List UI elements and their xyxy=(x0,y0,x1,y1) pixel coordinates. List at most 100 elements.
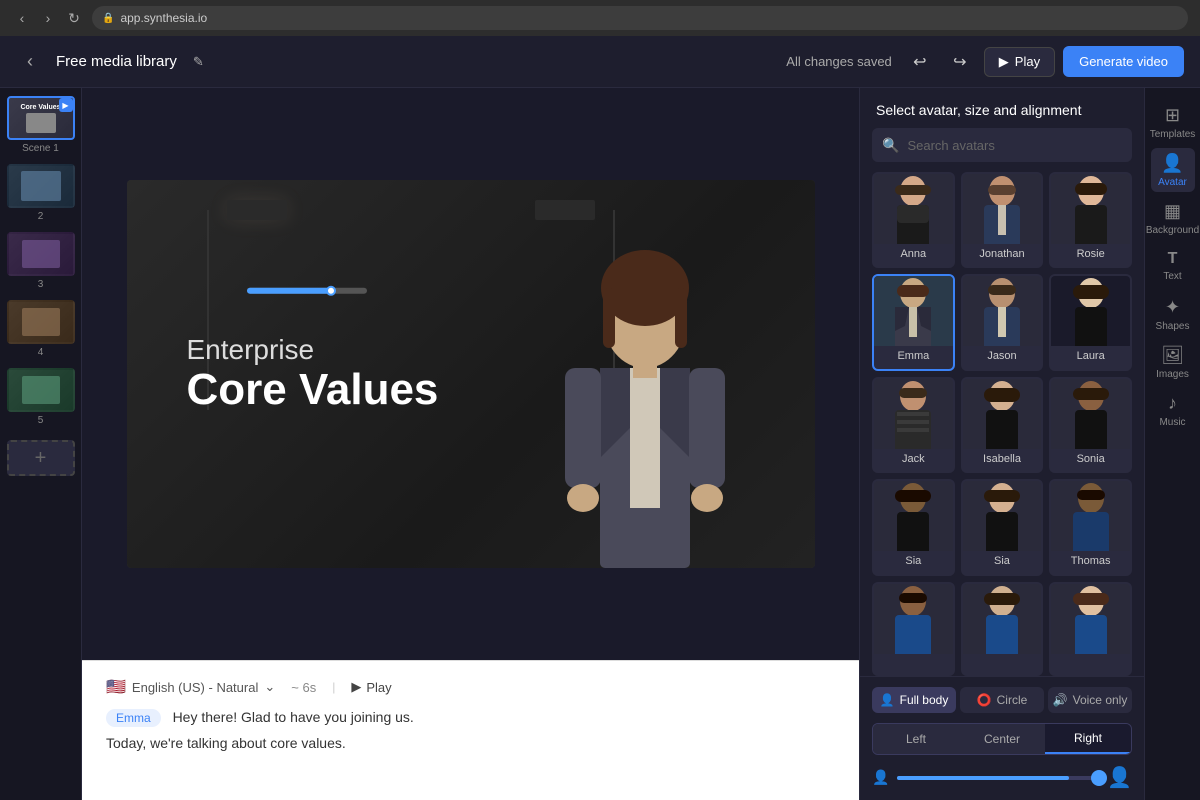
toolbar-buttons: ↩ ↪ ▶ Play Generate video xyxy=(904,46,1184,78)
edit-title-icon[interactable]: ✎ xyxy=(193,54,204,70)
size-tabs: 👤 Full body ⭕ Circle 🔊 Voice only xyxy=(872,687,1132,713)
text-icon: T xyxy=(1168,250,1178,268)
canvas-text-block: Enterprise Core Values xyxy=(187,334,439,414)
avatar-name-jonathan: Jonathan xyxy=(963,244,1042,264)
avatar-card-14[interactable] xyxy=(961,582,1044,676)
canvas-subtitle: Enterprise xyxy=(187,334,439,366)
canvas: Enterprise Core Values xyxy=(127,180,815,568)
script-text-1: Hey there! Glad to have you joining us. xyxy=(173,709,414,725)
avatar-card-sia-dark[interactable]: Sia xyxy=(872,479,955,575)
language-label: English (US) - Natural xyxy=(132,680,258,695)
avatar-card-emma[interactable]: Emma xyxy=(872,274,955,370)
address-bar[interactable]: 🔒 app.synthesia.io xyxy=(92,6,1188,30)
avatar-name-isabella: Isabella xyxy=(963,449,1042,469)
avatar-name-13 xyxy=(874,654,953,672)
fullbody-label: Full body xyxy=(900,693,949,707)
templates-label: Templates xyxy=(1150,129,1196,140)
size-tab-fullbody[interactable]: 👤 Full body xyxy=(872,687,956,713)
avatar-card-thomas[interactable]: Thomas xyxy=(1049,479,1132,575)
shapes-label: Shapes xyxy=(1156,321,1190,332)
voiceonly-label: Voice only xyxy=(1073,693,1128,707)
scene-item[interactable]: 4 xyxy=(7,300,75,364)
align-left-button[interactable]: Left xyxy=(873,724,959,754)
align-center-button[interactable]: Center xyxy=(959,724,1045,754)
scene-label-4: 4 xyxy=(7,347,75,358)
reload-btn[interactable]: ↻ xyxy=(64,8,84,28)
sidebar-shapes[interactable]: ✦ Shapes xyxy=(1151,292,1195,336)
scene-item[interactable]: 2 xyxy=(7,164,75,228)
play-button[interactable]: ▶ Play xyxy=(984,47,1055,77)
size-tab-voiceonly[interactable]: 🔊 Voice only xyxy=(1048,687,1132,713)
avatar-card-anna[interactable]: Anna xyxy=(872,172,955,268)
back-button[interactable]: ‹ xyxy=(16,48,44,76)
script-line-1: Emma Hey there! Glad to have you joining… xyxy=(106,709,835,727)
avatar-grid: Anna Jonathan Rosie xyxy=(860,172,1144,676)
avatar-card-laura[interactable]: Laura xyxy=(1049,274,1132,370)
avatar-panel-header: Select avatar, size and alignment xyxy=(860,88,1144,128)
browser-bar: ‹ › ↻ 🔒 app.synthesia.io xyxy=(0,0,1200,36)
templates-icon: ⊞ xyxy=(1165,105,1180,126)
scene-item[interactable]: 3 xyxy=(7,232,75,296)
app: ‹ Free media library ✎ All changes saved… xyxy=(0,36,1200,800)
align-right-button[interactable]: Right xyxy=(1045,724,1131,754)
avatar-card-jonathan[interactable]: Jonathan xyxy=(961,172,1044,268)
size-slider-row: 👤 👤 xyxy=(872,765,1132,790)
voiceonly-icon: 🔊 xyxy=(1053,693,1068,707)
sidebar-background[interactable]: ▦ Background xyxy=(1151,196,1195,240)
scene-thumbnail-2 xyxy=(7,164,75,208)
canvas-area: Enterprise Core Values xyxy=(82,88,859,800)
avatar-card-rosie[interactable]: Rosie xyxy=(1049,172,1132,268)
forward-nav-btn[interactable]: › xyxy=(38,8,58,28)
sidebar-templates[interactable]: ⊞ Templates xyxy=(1151,100,1195,144)
text-label: Text xyxy=(1163,271,1181,282)
shapes-icon: ✦ xyxy=(1165,297,1180,318)
circle-icon: ⭕ xyxy=(977,693,992,707)
avatar-card-15[interactable] xyxy=(1049,582,1132,676)
redo-button[interactable]: ↪ xyxy=(944,46,976,78)
play-label: Play xyxy=(1015,54,1040,69)
undo-button[interactable]: ↩ xyxy=(904,46,936,78)
size-slider-track xyxy=(897,776,1099,780)
avatar-card-sia-light[interactable]: Sia xyxy=(961,479,1044,575)
avatar-card-sonia[interactable]: Sonia xyxy=(1049,377,1132,473)
size-tab-circle[interactable]: ⭕ Circle xyxy=(960,687,1044,713)
scene-label-3: 3 xyxy=(7,279,75,290)
fullbody-icon: 👤 xyxy=(880,693,895,707)
avatar-nav-icon: 👤 xyxy=(1161,153,1183,174)
avatar-name-jason: Jason xyxy=(963,346,1042,366)
script-line-2: Today, we're talking about core values. xyxy=(106,735,835,751)
music-icon: ♪ xyxy=(1168,393,1177,414)
right-sidebar: ⊞ Templates 👤 Avatar ▦ Background T Text… xyxy=(1144,88,1200,800)
sidebar-images[interactable]: 🖼 Images xyxy=(1151,340,1195,384)
sidebar-avatar[interactable]: 👤 Avatar xyxy=(1151,148,1195,192)
script-text-2: Today, we're talking about core values. xyxy=(106,735,346,751)
url-text: app.synthesia.io xyxy=(120,11,207,25)
lang-dropdown-icon: ⌄ xyxy=(264,679,275,695)
sidebar-music[interactable]: ♪ Music xyxy=(1151,388,1195,432)
avatar-name-14 xyxy=(963,654,1042,672)
avatar-card-isabella[interactable]: Isabella xyxy=(961,377,1044,473)
back-nav-btn[interactable]: ‹ xyxy=(12,8,32,28)
avatar-card-13[interactable] xyxy=(872,582,955,676)
scene-item[interactable]: Core Values ▶ Scene 1 xyxy=(7,96,75,160)
script-play-label: Play xyxy=(366,680,391,695)
project-title: Free media library xyxy=(56,53,177,70)
sidebar-text[interactable]: T Text xyxy=(1151,244,1195,288)
avatar-name-thomas: Thomas xyxy=(1051,551,1130,571)
script-play-button[interactable]: ▶ Play xyxy=(351,679,391,695)
search-input[interactable] xyxy=(907,138,1122,153)
avatar-card-jason[interactable]: Jason xyxy=(961,274,1044,370)
scene-item[interactable]: 5 xyxy=(7,368,75,432)
size-slider-handle[interactable] xyxy=(1091,770,1107,786)
search-bar[interactable]: 🔍 xyxy=(872,128,1132,162)
speaker-badge[interactable]: Emma xyxy=(106,709,161,727)
avatar-card-jack[interactable]: Jack xyxy=(872,377,955,473)
avatar-name-sonia: Sonia xyxy=(1051,449,1130,469)
add-scene-button[interactable]: + xyxy=(7,440,75,476)
script-toolbar: 🇺🇸 English (US) - Natural ⌄ ~ 6s | ▶ Pla… xyxy=(106,677,835,697)
generate-button[interactable]: Generate video xyxy=(1063,46,1184,77)
progress-bar-container xyxy=(247,288,367,294)
language-selector[interactable]: 🇺🇸 English (US) - Natural ⌄ xyxy=(106,677,275,697)
avatar-name-rosie: Rosie xyxy=(1051,244,1130,264)
scene-thumbnail-3 xyxy=(7,232,75,276)
